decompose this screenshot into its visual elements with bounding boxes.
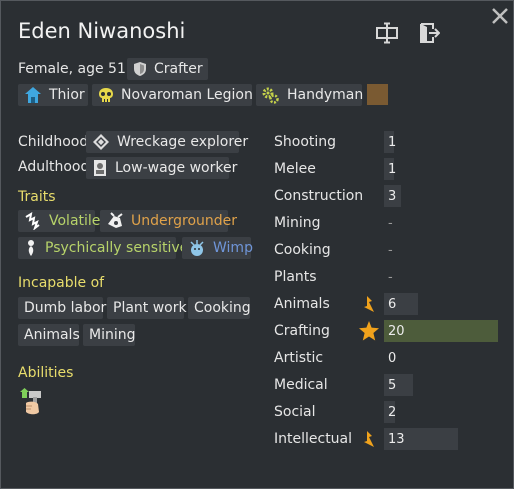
skill-level: 5: [388, 378, 397, 393]
adulthood-value: Low-wage worker: [115, 160, 238, 176]
favorite-color-swatch[interactable]: [367, 84, 388, 105]
skill-name: Intellectual: [274, 431, 353, 447]
psychic-icon: [24, 239, 38, 257]
trait-chip-volatile[interactable]: Volatile: [18, 210, 100, 232]
wreckage-icon: [92, 133, 110, 151]
house-icon: [24, 86, 42, 104]
skill-level: 6: [388, 297, 397, 312]
skill-name: Shooting: [274, 134, 337, 150]
incapable-chip[interactable]: Plant work: [107, 297, 187, 319]
incapable-label: Mining: [89, 327, 136, 343]
gears-icon: [262, 86, 280, 104]
incapable-heading: Incapable of: [18, 275, 105, 291]
rename-icon[interactable]: [375, 21, 401, 45]
skill-level: 1: [388, 162, 397, 177]
skill-name: Social: [274, 404, 316, 420]
skill-level: 20: [388, 324, 405, 339]
skull-icon: [98, 86, 114, 104]
skill-name: Crafting: [274, 323, 330, 339]
faction-chip-ideo[interactable]: Novaroman Legion: [92, 84, 253, 106]
skill-name: Artistic: [274, 350, 324, 366]
trait-chip-undergrounder[interactable]: Undergrounder: [100, 210, 237, 232]
skill-level: 2: [388, 405, 397, 420]
incapable-chip[interactable]: Animals: [18, 324, 80, 346]
skill-level: 13: [388, 432, 405, 447]
banish-icon[interactable]: [417, 21, 441, 45]
incapable-label: Plant work: [113, 300, 187, 316]
faction-chip-home[interactable]: Thior: [18, 84, 88, 106]
close-icon[interactable]: [489, 5, 511, 27]
major-passion-icon: [358, 320, 380, 342]
skill-level: 0: [388, 351, 397, 366]
skill-name: Mining: [274, 215, 321, 231]
trait-label-wimp: Wimp: [213, 240, 253, 256]
incapable-chip[interactable]: Dumb labor: [18, 297, 107, 319]
role-chip[interactable]: Crafter: [127, 58, 208, 80]
skill-name: Melee: [274, 161, 316, 177]
skill-level: -: [388, 243, 393, 258]
incapable-label: Dumb labor: [24, 300, 107, 316]
traits-heading: Traits: [18, 189, 56, 205]
incapable-label: Cooking: [194, 300, 251, 316]
incapable-chip[interactable]: Mining: [83, 324, 136, 346]
faction-label-ideo: Novaroman Legion: [121, 87, 253, 103]
skill-level: -: [388, 216, 393, 231]
shield-icon: [133, 60, 147, 78]
skill-name: Cooking: [274, 242, 331, 258]
incapable-chip[interactable]: Cooking: [188, 297, 251, 319]
pawn-name: Eden Niwanoshi: [18, 19, 186, 43]
ability-icon[interactable]: [18, 388, 44, 416]
faction-label-home: Thior: [49, 87, 85, 103]
adulthood-chip[interactable]: Low-wage worker: [86, 157, 237, 179]
adulthood-label: Adulthood: [18, 159, 90, 175]
miner-icon: [106, 212, 124, 230]
gender-age: Female, age 51: [18, 61, 126, 77]
abilities-heading: Abilities: [18, 365, 74, 381]
character-card: Eden Niwanoshi Female, age 51 Crafter Th…: [0, 0, 514, 489]
skill-level: 3: [388, 189, 397, 204]
childhood-value: Wreckage explorer: [117, 134, 249, 150]
worker-icon: [92, 159, 108, 177]
trait-chip-wimp[interactable]: Wimp: [182, 237, 253, 259]
childhood-chip[interactable]: Wreckage explorer: [86, 131, 248, 153]
skill-level: 1: [388, 135, 397, 150]
faction-chip-role[interactable]: Handyman: [256, 84, 364, 106]
skill-level: -: [388, 270, 393, 285]
minor-passion-icon: [358, 293, 380, 315]
trait-label-psychic: Psychically sensitive: [45, 240, 189, 256]
trait-label-undergrounder: Undergrounder: [131, 213, 238, 229]
minor-passion-icon: [358, 428, 380, 450]
skill-name: Animals: [274, 296, 330, 312]
incapable-label: Animals: [24, 327, 80, 343]
skill-name: Medical: [274, 377, 328, 393]
skill-name: Plants: [274, 269, 317, 285]
trait-chip-psychic[interactable]: Psychically sensitive: [18, 237, 188, 259]
role-label: Crafter: [154, 61, 203, 77]
skill-name: Construction: [274, 188, 364, 204]
childhood-label: Childhood: [18, 134, 89, 150]
wimp-icon: [188, 239, 206, 257]
trait-label-volatile: Volatile: [49, 213, 101, 229]
lightning-icon: [24, 212, 42, 230]
faction-label-role: Handyman: [287, 87, 364, 103]
